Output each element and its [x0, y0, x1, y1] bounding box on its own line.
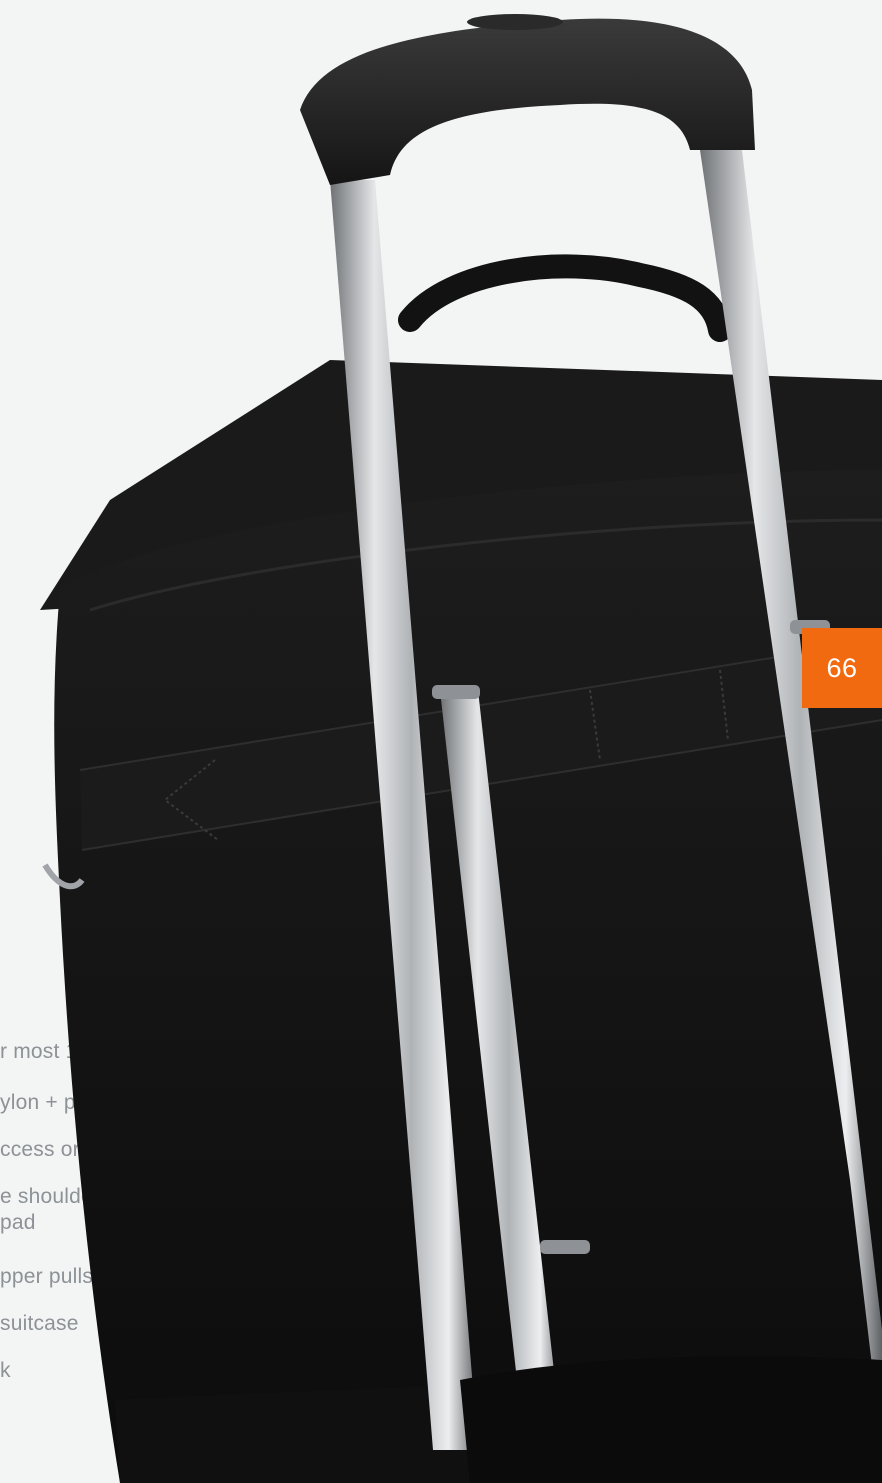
product-page: r most 15-16" laptop ylon + polyester cc…: [0, 0, 882, 1483]
page-number-badge: 66: [802, 628, 882, 708]
product-photo: [40, 14, 882, 1483]
